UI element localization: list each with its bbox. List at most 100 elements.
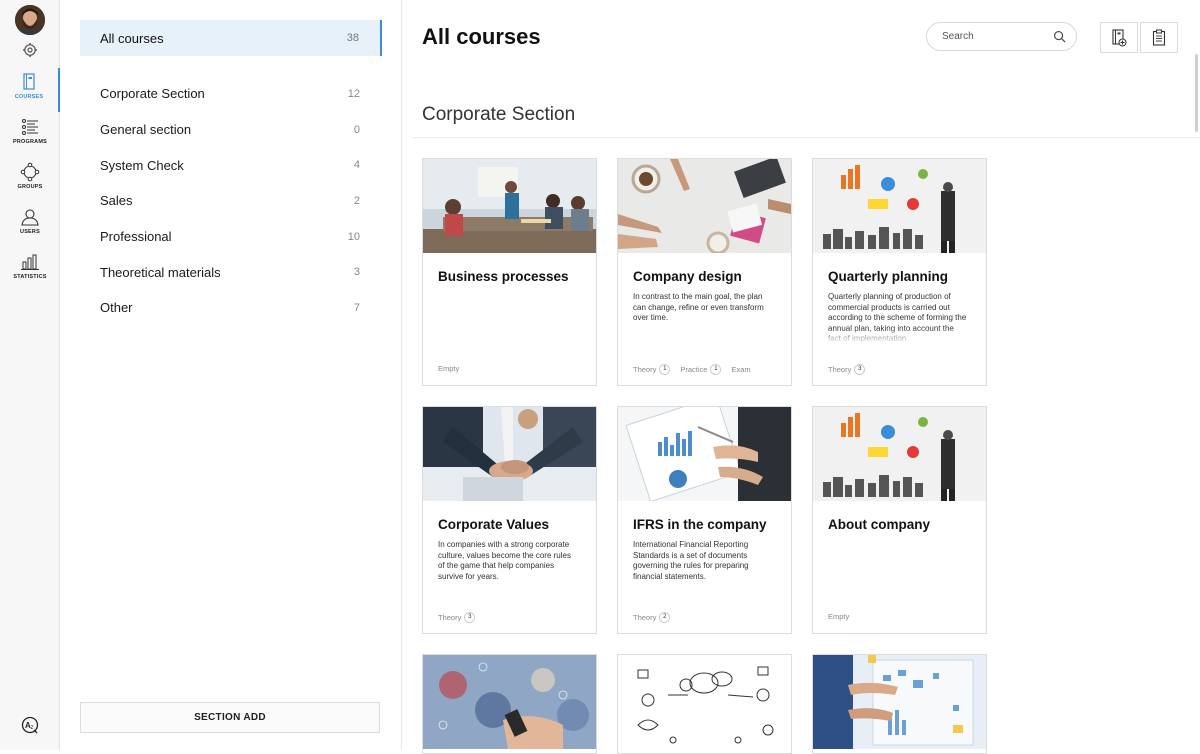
course-card[interactable]: Company design In contrast to the main g… — [617, 158, 792, 386]
main-content: All courses Corporate Section — [403, 0, 1200, 754]
rail-label-courses: COURSES — [14, 94, 44, 100]
course-card[interactable]: IFRS in the company International Financ… — [617, 406, 792, 634]
section-count: 12 — [347, 87, 360, 100]
section-count: 3 — [353, 266, 360, 279]
section-item[interactable]: Sales 2 — [80, 183, 382, 219]
clipboard-button[interactable] — [1140, 22, 1178, 53]
avatar[interactable] — [15, 5, 45, 35]
svg-text:z: z — [31, 725, 34, 731]
course-card[interactable]: About company Empty — [812, 406, 987, 634]
course-status: Empty — [438, 364, 460, 373]
rail-item-groups[interactable]: GROUPS — [0, 158, 60, 202]
section-add-button[interactable]: SECTION ADD — [80, 702, 380, 733]
meta-count: 1 — [710, 364, 722, 375]
rail-item-statistics[interactable]: STATISTICS — [0, 248, 60, 292]
add-course-button[interactable] — [1100, 22, 1138, 53]
section-list: Corporate Section 12 General section 0 S… — [80, 76, 382, 326]
meta-count: 3 — [464, 612, 476, 623]
course-description: International Financial Reporting Standa… — [633, 540, 749, 581]
course-thumbnail — [618, 159, 791, 253]
course-thumbnail — [813, 407, 986, 501]
meta-label: Exam — [731, 365, 751, 374]
course-meta: Theory 1 Practice 1 Exam — [633, 364, 761, 375]
course-meta: Empty — [438, 364, 469, 373]
divider — [412, 137, 1200, 138]
meta-count: 3 — [854, 364, 866, 375]
search-input[interactable] — [942, 31, 1052, 42]
bar-chart-icon — [21, 254, 39, 270]
meta-label: Practice — [680, 365, 708, 374]
course-card[interactable] — [617, 654, 792, 754]
rail-label-programs: PROGRAMS — [13, 139, 47, 145]
course-meta: Theory 3 — [438, 612, 485, 623]
meta-tag: Theory 3 — [438, 612, 476, 623]
rail-item-courses[interactable]: COURSES — [0, 68, 60, 112]
search-icon[interactable] — [1053, 30, 1066, 43]
course-card[interactable]: Business processes Empty — [422, 158, 597, 386]
meta-label: Theory — [633, 365, 657, 374]
meta-tag: Practice 1 — [680, 364, 722, 375]
gear-icon[interactable] — [22, 42, 38, 58]
section-name: Professional — [100, 229, 172, 245]
section-panel: All courses 38 Corporate Section 12 Gene… — [61, 0, 402, 750]
course-card[interactable] — [812, 654, 987, 754]
page-title: All courses — [422, 24, 541, 49]
course-title: Corporate Values — [438, 517, 550, 532]
meta-tag: Theory 1 — [633, 364, 671, 375]
search-box[interactable] — [926, 22, 1077, 51]
course-meta: Theory 3 — [828, 364, 875, 375]
section-count: 2 — [353, 194, 360, 207]
meta-label: Theory — [633, 613, 657, 622]
section-item[interactable]: Theoretical materials 3 — [80, 254, 382, 290]
course-card[interactable] — [422, 654, 597, 754]
rail-label-statistics: STATISTICS — [13, 274, 47, 280]
section-name: System Check — [100, 157, 184, 173]
rail-item-programs[interactable]: PROGRAMS — [0, 113, 60, 157]
language-icon[interactable]: A z — [21, 716, 39, 734]
course-title: About company — [828, 517, 931, 532]
course-thumbnail — [813, 655, 986, 749]
section-item[interactable]: System Check 4 — [80, 147, 382, 183]
course-card[interactable]: Corporate Values In companies with a str… — [422, 406, 597, 634]
course-card[interactable]: Quarterly planning Quarterly planning of… — [812, 158, 987, 386]
course-title: Quarterly planning — [828, 269, 949, 284]
meta-label: Theory — [438, 613, 462, 622]
section-item[interactable]: General section 0 — [80, 112, 382, 148]
rail-item-users[interactable]: USERS — [0, 203, 60, 247]
course-status: Empty — [828, 612, 850, 621]
section-count: 0 — [353, 123, 360, 136]
course-title: Company design — [633, 269, 742, 284]
section-item[interactable]: Professional 10 — [80, 219, 382, 255]
meta-tag: Exam — [731, 365, 750, 374]
course-meta: Theory 2 — [633, 612, 680, 623]
meta-count: 1 — [659, 364, 671, 375]
course-thumbnail — [618, 407, 791, 501]
course-description: Quarterly planning of production of comm… — [828, 292, 967, 343]
section-item[interactable]: Other 7 — [80, 290, 382, 326]
course-title: IFRS in the company — [633, 517, 767, 532]
rail-label-users: USERS — [20, 229, 40, 235]
rail-label-groups: GROUPS — [17, 184, 43, 190]
course-meta: Empty — [828, 612, 859, 621]
section-count: 4 — [353, 159, 360, 172]
section-item[interactable]: Corporate Section 12 — [80, 76, 382, 112]
meta-label: Theory — [828, 365, 852, 374]
course-title: Business processes — [438, 269, 569, 284]
course-thumbnail — [813, 159, 986, 253]
section-heading: Corporate Section — [422, 104, 576, 125]
left-rail: COURSES PROGRAMS GROUPS USERS STATISTICS… — [0, 0, 60, 750]
section-name: Corporate Section — [100, 86, 205, 102]
section-name: General section — [100, 122, 192, 138]
section-name: Sales — [100, 193, 133, 209]
clipboard-icon — [1152, 29, 1166, 46]
scrollbar[interactable] — [1195, 54, 1198, 132]
course-description: In contrast to the main goal, the plan c… — [633, 292, 764, 322]
section-name: All courses — [100, 30, 164, 46]
course-thumbnail — [423, 159, 596, 253]
book-icon — [23, 73, 35, 90]
section-name: Theoretical materials — [100, 264, 221, 280]
section-item-all-courses[interactable]: All courses 38 — [80, 20, 382, 56]
section-name: Other — [100, 300, 133, 316]
section-count: 10 — [347, 230, 360, 243]
groups-icon — [20, 162, 40, 182]
